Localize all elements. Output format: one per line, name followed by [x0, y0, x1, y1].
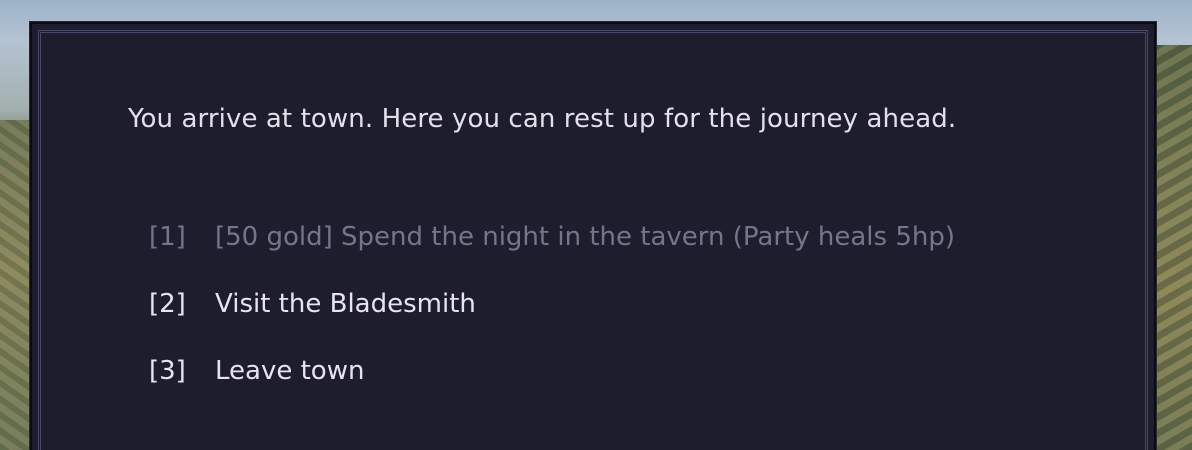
choice-key: [3]	[149, 356, 186, 386]
choice-key: [1]	[149, 222, 186, 252]
choice-label: Visit the Bladesmith	[215, 289, 476, 319]
narration-text: You arrive at town. Here you can rest up…	[128, 104, 957, 134]
choice-label: Leave town	[215, 356, 365, 386]
event-dialog: You arrive at town. Here you can rest up…	[30, 22, 1156, 450]
choice-tavern[interactable]: [1] [50 gold] Spend the night in the tav…	[149, 222, 955, 252]
hillside-right	[1154, 45, 1192, 450]
choice-leave-town[interactable]: [3] Leave town	[149, 356, 364, 386]
choice-key: [2]	[149, 289, 186, 319]
choice-bladesmith[interactable]: [2] Visit the Bladesmith	[149, 289, 476, 319]
choice-label: [50 gold] Spend the night in the tavern …	[215, 222, 955, 252]
